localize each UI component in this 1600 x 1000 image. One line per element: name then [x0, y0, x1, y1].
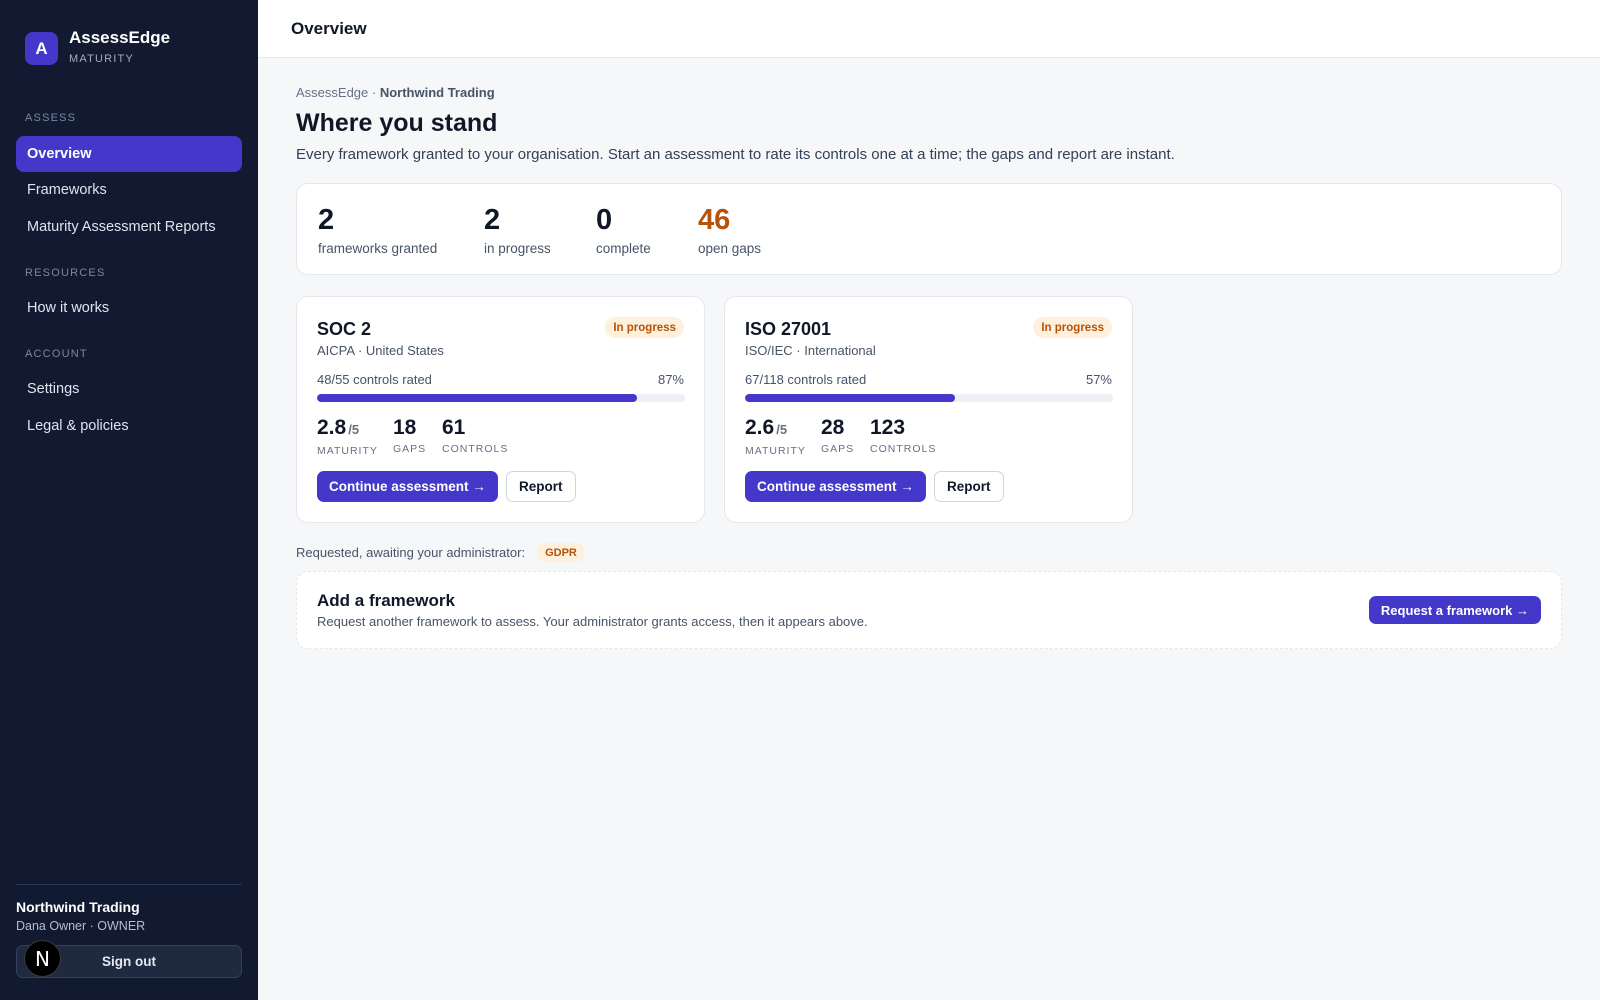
- progress-percent: 87%: [657, 372, 684, 387]
- status-badge: In progress: [605, 317, 684, 338]
- status-badge: In progress: [1033, 317, 1112, 338]
- add-framework-title: Add a framework: [317, 591, 455, 610]
- nav-section-resources: RESOURCES: [25, 267, 106, 279]
- progress-bar: [745, 394, 1113, 402]
- gaps-value: 28: [821, 416, 845, 439]
- avatar[interactable]: N: [24, 940, 61, 977]
- sidebar-item-frameworks[interactable]: Frameworks: [16, 172, 242, 208]
- maturity-max: /5: [348, 422, 360, 437]
- stat-in-progress: 2 in progress: [484, 204, 551, 256]
- sidebar-item-maturity-assessment-reports[interactable]: Maturity Assessment Reports: [16, 209, 242, 245]
- stat-label: frameworks granted: [318, 241, 438, 256]
- stat-label: open gaps: [698, 241, 762, 256]
- org-name: Northwind Trading: [16, 899, 140, 915]
- controls-rated-label: 67/118 controls rated: [745, 372, 867, 387]
- progress-bar-fill: [745, 394, 955, 402]
- metric-gaps: 18 GAPS: [393, 416, 426, 455]
- org-user: Dana Owner · OWNER: [16, 919, 146, 933]
- requested-badge-gdpr: GDPR: [537, 543, 585, 562]
- maturity-value: 2.6: [745, 416, 775, 439]
- controls-rated-label: 48/55 controls rated: [317, 372, 432, 387]
- stats-card: 2 frameworks granted 2 in progress 0 com…: [296, 183, 1562, 275]
- metric-controls: 123 CONTROLS: [870, 416, 936, 455]
- page-description: Every framework granted to your organisa…: [296, 146, 1175, 163]
- sidebar: A AssessEdge MATURITY ASSESS Overview Fr…: [0, 0, 258, 1000]
- report-button[interactable]: Report: [506, 471, 576, 502]
- breadcrumb-root: AssessEdge ·: [296, 85, 380, 100]
- sidebar-item-settings[interactable]: Settings: [16, 371, 242, 407]
- stat-label: in progress: [484, 241, 551, 256]
- brand-logo: A: [25, 32, 58, 65]
- page-title: Where you stand: [296, 109, 498, 137]
- framework-name: SOC 2: [317, 319, 372, 339]
- stat-value: 46: [698, 204, 731, 236]
- brand-name: AssessEdge: [69, 28, 171, 47]
- add-framework-description: Request another framework to assess. You…: [317, 614, 868, 629]
- top-bar: Overview: [258, 0, 1600, 58]
- metric-label: GAPS: [821, 443, 855, 455]
- gaps-value: 18: [393, 416, 417, 439]
- requested-row: Requested, awaiting your administrator: …: [296, 543, 585, 562]
- maturity-value: 2.8: [317, 416, 347, 439]
- metric-maturity: 2.8/5 MATURITY: [317, 416, 378, 457]
- breadcrumb: AssessEdge · Northwind Trading: [296, 85, 495, 100]
- stat-value: 2: [484, 204, 501, 236]
- maturity-max: /5: [776, 422, 788, 437]
- framework-card-soc2: SOC 2 AICPA · United States In progress …: [296, 296, 705, 523]
- metric-label: MATURITY: [317, 445, 378, 457]
- sidebar-item-how-it-works[interactable]: How it works: [16, 290, 242, 326]
- stat-value: 2: [318, 204, 335, 236]
- stat-frameworks-granted: 2 frameworks granted: [318, 204, 437, 256]
- framework-name: ISO 27001: [745, 319, 832, 339]
- sidebar-divider: [16, 884, 242, 885]
- metric-label: CONTROLS: [870, 443, 937, 455]
- progress-bar-fill: [317, 394, 638, 402]
- brand-subtitle: MATURITY: [69, 53, 135, 65]
- controls-value: 61: [442, 416, 466, 439]
- stat-value: 0: [596, 204, 613, 236]
- framework-org: AICPA · United States: [317, 343, 444, 358]
- progress-percent: 57%: [1085, 372, 1112, 387]
- continue-assessment-button[interactable]: Continue assessment →: [317, 471, 498, 502]
- stat-open-gaps: 46 open gaps: [698, 204, 761, 256]
- nav-section-account: ACCOUNT: [25, 348, 88, 360]
- progress-bar: [317, 394, 685, 402]
- metric-maturity: 2.6/5 MATURITY: [745, 416, 806, 457]
- controls-value: 123: [870, 416, 906, 439]
- framework-card-iso27001: ISO 27001 ISO/IEC · International In pro…: [724, 296, 1133, 523]
- stat-complete: 0 complete: [596, 204, 651, 256]
- requested-label: Requested, awaiting your administrator:: [296, 545, 526, 560]
- metric-label: CONTROLS: [442, 443, 509, 455]
- header-title: Overview: [291, 19, 367, 38]
- report-button[interactable]: Report: [934, 471, 1004, 502]
- metric-controls: 61 CONTROLS: [442, 416, 508, 455]
- sidebar-item-overview[interactable]: Overview: [16, 136, 242, 172]
- metric-gaps: 28 GAPS: [821, 416, 854, 455]
- framework-org: ISO/IEC · International: [745, 343, 876, 358]
- metric-label: GAPS: [393, 443, 427, 455]
- continue-assessment-button[interactable]: Continue assessment →: [745, 471, 926, 502]
- sidebar-item-legal-policies[interactable]: Legal & policies: [16, 408, 242, 444]
- stat-label: complete: [596, 241, 651, 256]
- metric-label: MATURITY: [745, 445, 806, 457]
- add-framework-card: Add a framework Request another framewor…: [296, 571, 1562, 649]
- breadcrumb-org: Northwind Trading: [379, 85, 495, 100]
- brand[interactable]: A AssessEdge MATURITY: [25, 28, 170, 65]
- request-framework-button[interactable]: Request a framework →: [1368, 596, 1541, 624]
- nav-section-assess: ASSESS: [25, 112, 77, 124]
